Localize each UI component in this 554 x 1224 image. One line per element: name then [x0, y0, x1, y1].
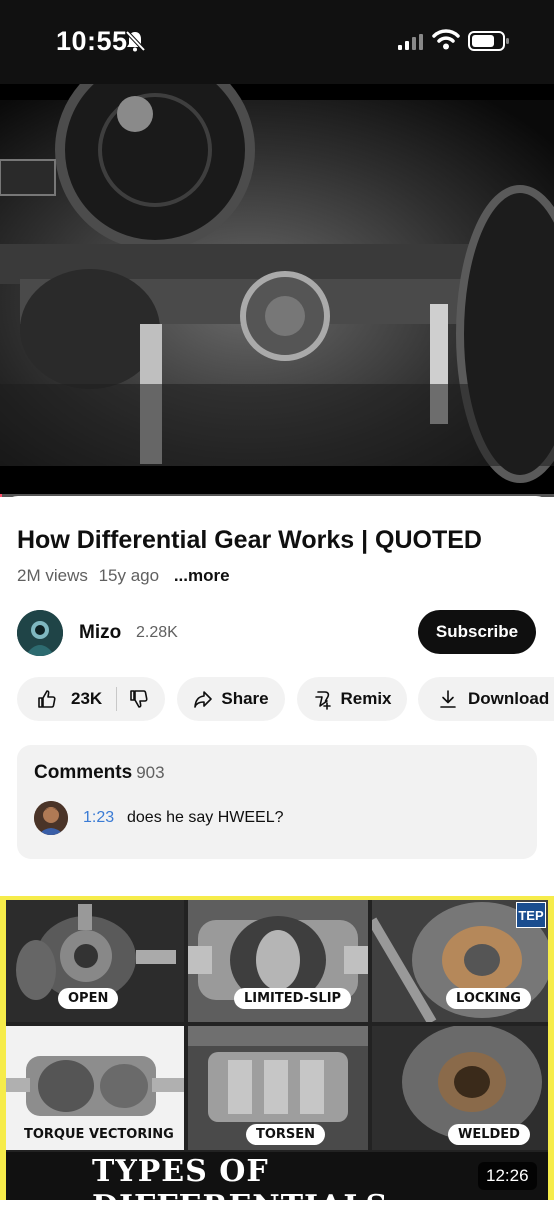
like-count: 23K	[71, 689, 103, 708]
share-label: Share	[221, 689, 269, 708]
tile-label-torque-vectoring: Torque Vectoring	[24, 1127, 174, 1142]
video-title: How Differential Gear Works | QUOTED	[17, 526, 482, 554]
share-button[interactable]: Share	[177, 677, 285, 721]
tile-label-welded: Welded	[448, 1124, 530, 1145]
channel-avatar[interactable]	[17, 610, 63, 656]
download-icon	[440, 690, 456, 708]
comments-count: 903	[136, 763, 165, 782]
comments-label: Comments	[34, 762, 133, 783]
channel-name[interactable]: Mizo	[79, 622, 121, 644]
video-meta: 2M views 15y ago ...more	[17, 566, 236, 586]
tile-torque-vectoring: Torque Vectoring	[6, 1026, 184, 1150]
comments-header: Comments 903	[34, 762, 165, 784]
tile-open: Open	[6, 900, 184, 1022]
comments-card[interactable]: Comments 903 1:23 does he say HWEEL?	[17, 745, 537, 859]
comment-timestamp[interactable]: 1:23	[83, 809, 114, 827]
channel-badge: TEP	[516, 902, 546, 928]
tile-limited-slip: Limited-slip	[188, 900, 368, 1022]
tile-welded: Welded	[372, 1026, 548, 1150]
download-button[interactable]: Download	[418, 677, 554, 721]
dislike-button[interactable]	[117, 689, 149, 709]
thumbs-up-icon	[38, 690, 56, 708]
subscribe-button[interactable]: Subscribe	[418, 610, 536, 654]
view-count: 2M views	[17, 566, 88, 585]
thumbs-down-icon	[130, 690, 148, 708]
status-time: 10:55	[56, 26, 128, 56]
like-dislike-pill: 23K	[17, 677, 165, 721]
more-link[interactable]: ...more	[174, 566, 230, 585]
comment-text: does he say HWEEL?	[127, 809, 284, 826]
video-player[interactable]	[0, 84, 554, 496]
tile-torsen: Torsen	[188, 1026, 368, 1150]
video-frame	[0, 84, 554, 483]
remix-button[interactable]: Remix	[297, 677, 407, 721]
upload-age: 15y ago	[98, 566, 160, 585]
tile-label-open: Open	[58, 988, 119, 1009]
cellular-signal-icon	[398, 34, 423, 50]
video-progress-fill	[0, 494, 2, 497]
tile-locking: TEP Locking	[372, 900, 548, 1022]
remix-icon	[315, 691, 332, 710]
commenter-avatar	[34, 801, 68, 835]
remix-label: Remix	[340, 689, 392, 708]
tile-label-locking: Locking	[446, 988, 531, 1009]
status-bar: 10:55	[0, 0, 554, 84]
like-button[interactable]: 23K	[17, 689, 102, 709]
battery-icon	[468, 31, 509, 51]
tile-label-torsen: Torsen	[246, 1124, 326, 1145]
share-icon	[194, 691, 213, 708]
video-duration: 12:26	[478, 1162, 537, 1190]
wifi-icon	[432, 29, 460, 50]
bell-slash-icon	[125, 30, 146, 52]
tile-label-limited-slip: Limited-slip	[234, 988, 352, 1009]
subscriber-count: 2.28K	[136, 624, 178, 641]
download-label: Download	[468, 689, 550, 708]
next-video-thumbnail[interactable]: Open Limited-slip TEP Locking	[0, 896, 554, 1224]
